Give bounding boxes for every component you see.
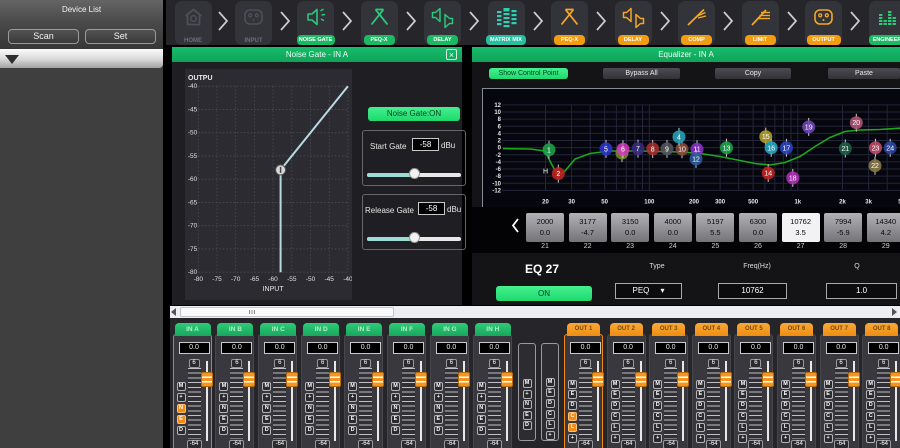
svg-text:200: 200 [689,199,700,205]
svg-text:20: 20 [852,120,860,127]
svg-text:10: 10 [678,147,686,154]
svg-text:1k: 1k [794,199,801,205]
svg-text:1: 1 [547,147,551,154]
svg-text:17: 17 [783,145,791,152]
svg-text:-80: -80 [188,269,198,276]
svg-text:-70: -70 [188,223,198,230]
svg-text:23: 23 [872,145,880,152]
svg-text:-45: -45 [188,106,198,113]
svg-text:-50: -50 [306,276,316,283]
svg-text:13: 13 [723,145,731,152]
svg-text:INPUT: INPUT [263,286,285,293]
svg-text:10: 10 [494,110,501,116]
svg-text:-70: -70 [231,276,241,283]
svg-text:-65: -65 [188,199,198,206]
svg-text:18: 18 [789,175,797,182]
svg-text:21: 21 [841,146,849,153]
svg-text:-65: -65 [250,276,260,283]
svg-text:16: 16 [767,145,775,152]
svg-text:2: 2 [556,171,560,178]
svg-text:100: 100 [644,199,655,205]
svg-text:15: 15 [762,134,770,141]
svg-text:-12: -12 [492,188,501,194]
svg-text:300: 300 [715,199,726,205]
svg-text:5: 5 [604,146,608,153]
svg-text:-10: -10 [492,181,501,187]
svg-text:14: 14 [764,171,772,178]
svg-text:-60: -60 [188,176,198,183]
svg-text:50: 50 [601,199,608,205]
svg-text:-2: -2 [496,153,502,159]
svg-text:-6: -6 [496,167,502,173]
svg-text:12: 12 [692,156,700,163]
svg-text:24: 24 [886,145,894,152]
svg-text:-50: -50 [188,130,198,137]
svg-text:2k: 2k [839,199,846,205]
svg-text:-55: -55 [287,276,297,283]
svg-text:22: 22 [871,163,879,170]
svg-text:-60: -60 [268,276,278,283]
svg-text:OUTPU: OUTPU [188,75,213,82]
svg-text:H: H [543,169,548,176]
svg-text:500: 500 [748,199,759,205]
svg-text:-55: -55 [188,153,198,160]
svg-text:4: 4 [677,134,681,141]
svg-text:-80: -80 [194,276,204,283]
svg-text:7: 7 [636,146,640,153]
svg-text:30: 30 [568,199,575,205]
svg-text:9: 9 [665,146,669,153]
svg-text:-40: -40 [343,276,352,283]
svg-text:6: 6 [621,147,625,154]
svg-text:20: 20 [542,199,549,205]
svg-text:-45: -45 [324,276,334,283]
svg-text:3k: 3k [865,199,872,205]
svg-text:-4: -4 [496,160,502,166]
svg-text:8: 8 [651,146,655,153]
svg-text:12: 12 [494,103,501,109]
svg-text:-40: -40 [188,83,198,90]
svg-text:-75: -75 [212,276,222,283]
svg-text:-8: -8 [496,174,502,180]
svg-text:-75: -75 [188,246,198,253]
svg-text:19: 19 [805,124,813,131]
